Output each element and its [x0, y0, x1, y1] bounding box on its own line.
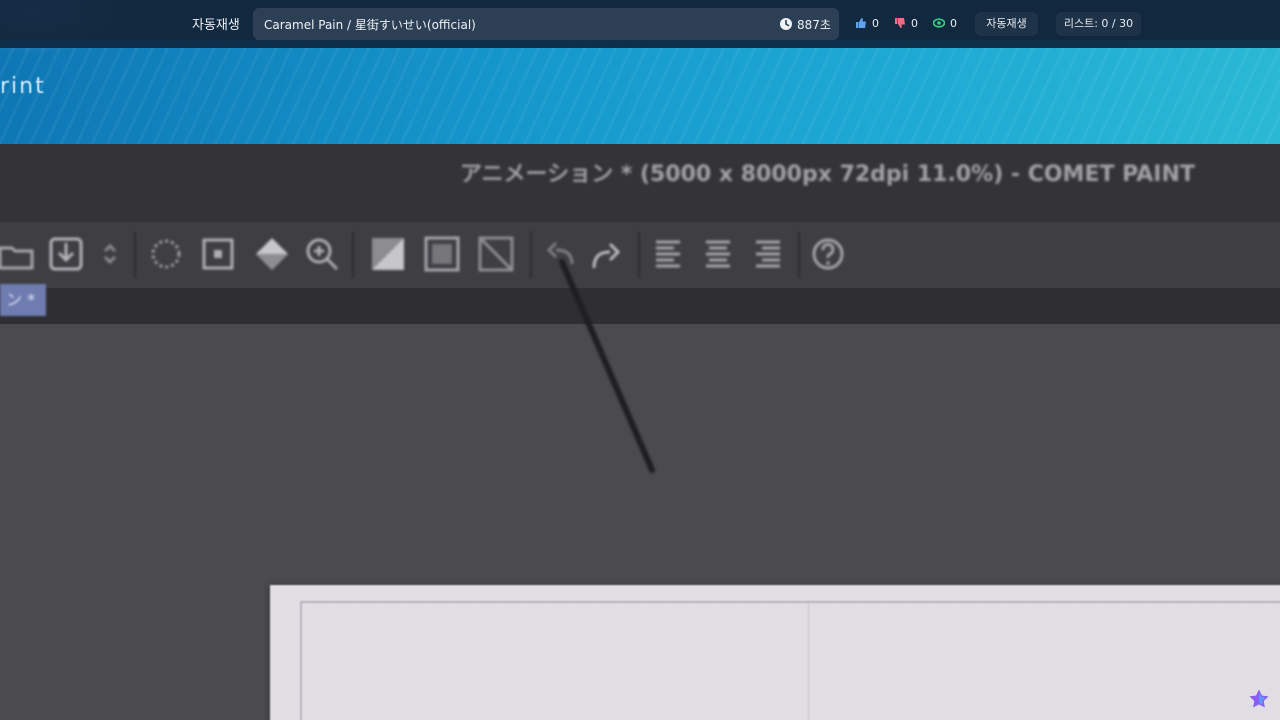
document-tab-bar — [0, 288, 1280, 324]
playlist-counter[interactable]: 리스트: 0 / 30 — [1056, 12, 1141, 36]
help-icon — [808, 234, 848, 274]
spinner-arrows-icon — [90, 234, 120, 274]
paper-frame-border — [300, 601, 1280, 720]
track-title: Caramel Pain / 星街すいせい(official) — [264, 18, 476, 32]
deselect-icon — [476, 234, 516, 274]
clock-icon — [780, 18, 792, 30]
align-right-icon — [748, 234, 788, 274]
thumbs-up-icon — [856, 18, 866, 28]
transform-select-icon — [198, 234, 238, 274]
window-title: アニメーション * (5000 x 8000px 72dpi 11.0%) - … — [460, 162, 1195, 187]
view-count: 0 — [950, 17, 957, 30]
app-banner — [0, 40, 1280, 144]
canvas-paper — [270, 585, 1280, 720]
align-center-icon — [698, 234, 738, 274]
invert-selection-icon — [368, 234, 408, 274]
align-left-icon — [650, 234, 690, 274]
app-toolbar — [0, 222, 1280, 288]
dislike-count: 0 — [911, 17, 918, 30]
brand-text: rint — [0, 74, 46, 99]
redo-icon — [586, 234, 626, 274]
toolbar-separator — [798, 232, 800, 278]
select-all-icon — [422, 234, 462, 274]
eye-icon — [932, 18, 946, 28]
toolbar-separator — [530, 232, 532, 278]
undo-icon — [542, 234, 582, 274]
zoom-icon — [302, 234, 342, 274]
document-tab: ン * — [0, 284, 46, 316]
toolbar-separator — [352, 232, 354, 278]
like-stat[interactable]: 0 — [855, 16, 879, 32]
view-stat: 0 — [932, 16, 957, 32]
star-icon[interactable] — [1248, 688, 1270, 710]
video-frame: rint アニメーション * (5000 x 8000px 72dpi 11.0… — [0, 0, 1280, 720]
dislike-stat[interactable]: 0 — [894, 16, 918, 32]
lasso-select-icon — [146, 234, 186, 274]
paper-panel-divider — [808, 603, 809, 720]
toolbar-separator — [638, 232, 640, 278]
player-topbar: 자동재생 Caramel Pain / 星街すいせい(official) 887… — [0, 0, 1280, 48]
like-count: 0 — [872, 17, 879, 30]
toolbar-separator — [134, 232, 136, 278]
save-icon — [46, 234, 86, 274]
autoplay-button[interactable]: 자동재생 — [975, 12, 1038, 36]
fill-bucket-icon — [252, 234, 292, 274]
now-playing-pill[interactable]: Caramel Pain / 星街すいせい(official) 887초 — [253, 8, 839, 40]
folder-open-icon — [0, 234, 36, 274]
duration-seconds: 887초 — [797, 18, 831, 32]
thumbs-down-icon — [895, 18, 905, 28]
autoplay-label: 자동재생 — [192, 18, 240, 33]
